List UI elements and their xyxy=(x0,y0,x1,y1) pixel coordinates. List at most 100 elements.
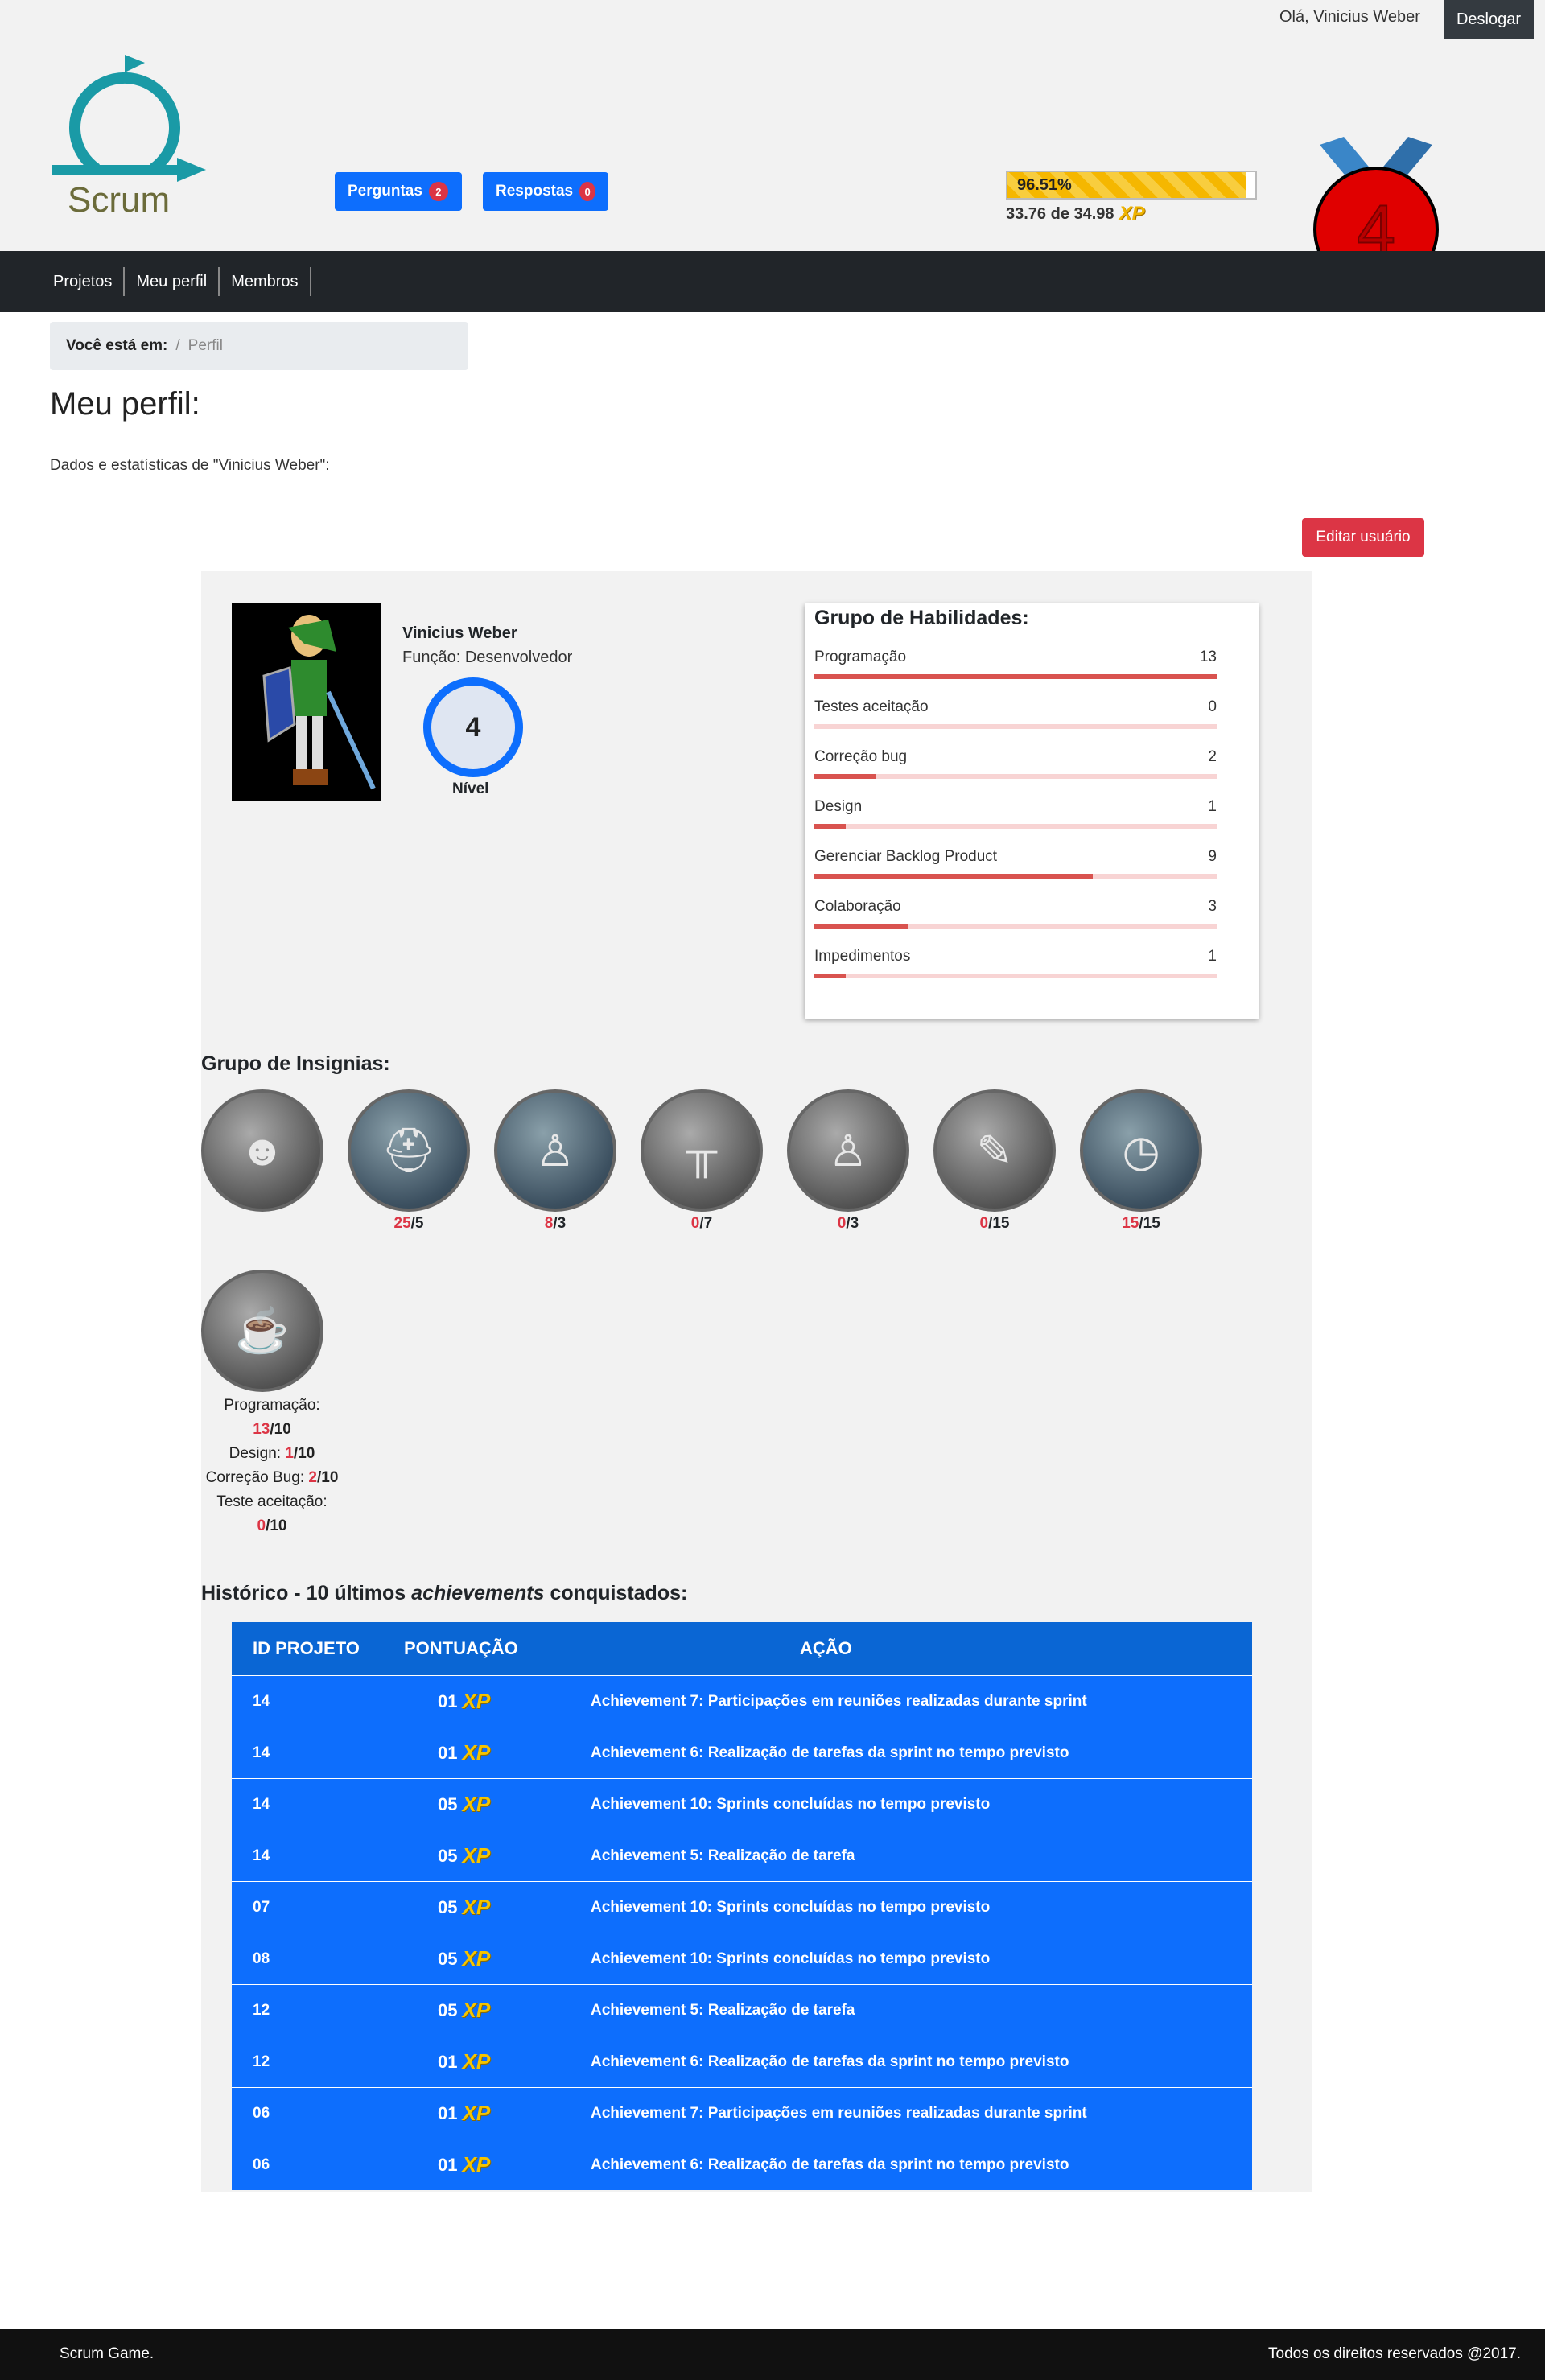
header: Olá, Vinicius Weber Deslogar Scrum Pergu… xyxy=(0,0,1545,292)
page-subtitle: Dados e estatísticas de "Vinicius Weber"… xyxy=(50,457,330,474)
cell-id: 12 xyxy=(253,2053,270,2070)
badge-glyph: ✎ xyxy=(976,1126,1013,1176)
xp-text: 33.76 de 34.98 XP xyxy=(1006,203,1145,225)
skill-name: Gerenciar Backlog Product xyxy=(814,848,998,865)
xp-icon: XP xyxy=(462,2049,491,2073)
xp-icon: XP xyxy=(462,1946,491,1970)
history-title: Histórico - 10 últimos achievements conq… xyxy=(201,1582,687,1605)
main-navbar: Projetos Meu perfil Membros xyxy=(0,251,1545,312)
prog-bug: Correção Bug: 2/10 xyxy=(201,1466,343,1490)
badge-total: /7 xyxy=(699,1215,713,1232)
table-row[interactable]: 14 01 XP Achievement 6: Realização de taref… xyxy=(232,1727,1252,1778)
skill-value: 3 xyxy=(1208,898,1217,915)
prog-count: 0 xyxy=(257,1517,266,1534)
tasks-icon[interactable]: ✎ xyxy=(933,1089,1056,1212)
skill-name: Programação xyxy=(814,649,907,665)
prog-test-value: 0/10 xyxy=(201,1514,343,1538)
profile-role: Função: Desenvolvedor xyxy=(402,649,573,666)
xp-icon: XP xyxy=(462,1740,491,1764)
skill-value: 0 xyxy=(1208,698,1217,715)
stopwatch-icon[interactable]: ◷ xyxy=(1080,1089,1202,1212)
xp-icon: XP xyxy=(462,1998,491,2022)
logout-button[interactable]: Deslogar xyxy=(1444,0,1534,39)
footer-left: Scrum Game. xyxy=(60,2345,154,2362)
table-row[interactable]: 14 05 XP Achievement 5: Realização de taref… xyxy=(232,1830,1252,1881)
badge-total: /3 xyxy=(846,1215,859,1232)
profile-name: Vinicius Weber xyxy=(402,624,517,642)
table-row[interactable]: 12 01 XP Achievement 6: Realização de taref… xyxy=(232,2036,1252,2087)
breadcrumb-separator: / xyxy=(175,337,180,354)
table-row[interactable]: 08 05 XP Achievement 10: Sprints concluídas… xyxy=(232,1933,1252,1984)
table-row[interactable]: 14 01 XP Achievement 7: Participações em re… xyxy=(232,1675,1252,1727)
cell-points: 01 XP xyxy=(393,2049,554,2074)
nav-item-membros[interactable]: Membros xyxy=(220,267,311,296)
xp-icon: XP xyxy=(1119,203,1145,224)
perguntas-button[interactable]: Perguntas 2 xyxy=(335,172,462,211)
level-value: 4 xyxy=(465,711,481,743)
badge-count-stopwatch: 15/15 xyxy=(1080,1215,1202,1233)
greeting-text: Olá, Vinicius Weber xyxy=(1279,8,1420,26)
xp-icon: XP xyxy=(462,2152,491,2176)
table-row[interactable]: 14 05 XP Achievement 10: Sprints concluídas… xyxy=(232,1778,1252,1830)
badge-glyph: ♙ xyxy=(535,1126,575,1176)
table-row[interactable]: 06 01 XP Achievement 6: Realização de taref… xyxy=(232,2139,1252,2190)
footer: Scrum Game. Todos os direitos reservados… xyxy=(0,2329,1545,2380)
history-title-suffix: conquistados: xyxy=(544,1582,688,1604)
skill-testes: Testes aceitação 0 xyxy=(814,698,1217,729)
respostas-count-badge: 0 xyxy=(579,182,595,201)
meeting-icon[interactable]: ☻ xyxy=(201,1089,323,1212)
cell-points: 01 XP xyxy=(393,2152,554,2177)
skill-fill xyxy=(814,924,908,929)
helmet-icon[interactable]: ⛑ xyxy=(348,1089,470,1212)
no-test-icon[interactable]: ☕ xyxy=(201,1270,323,1392)
prog-total: /10 xyxy=(270,1421,291,1438)
points-value: 01 xyxy=(438,1742,458,1763)
table-row[interactable]: 06 01 XP Achievement 7: Participações em re… xyxy=(232,2087,1252,2139)
skill-badge-progress: Programação: 13/10 Design: 1/10 Correção… xyxy=(201,1394,343,1538)
badge-count: 15 xyxy=(1122,1215,1139,1232)
cell-action: Achievement 7: Participações em reuniões… xyxy=(591,2104,1087,2122)
col-pontuacao: PONTUAÇÃO xyxy=(404,1638,518,1658)
edit-user-button[interactable]: Editar usuário xyxy=(1302,518,1424,557)
breadcrumb-current: Perfil xyxy=(187,337,223,354)
skill-design: Design 1 xyxy=(814,798,1217,829)
points-value: 01 xyxy=(438,2154,458,2175)
logo-text: Scrum xyxy=(68,180,171,220)
blueprint-icon[interactable]: ♙ xyxy=(787,1089,909,1212)
cell-id: 14 xyxy=(253,1847,270,1864)
xp-icon: XP xyxy=(462,1843,491,1867)
badge-glyph: ⛑ xyxy=(381,1126,437,1175)
badge-glyph: ♙ xyxy=(828,1126,868,1176)
prog-programacao-label: Programação: xyxy=(224,1397,320,1414)
worker-icon[interactable]: ♙ xyxy=(494,1089,616,1212)
perguntas-count-badge: 2 xyxy=(428,182,448,201)
cell-action: Achievement 7: Participações em reuniões… xyxy=(591,1692,1087,1710)
cell-id: 14 xyxy=(253,1692,270,1710)
badge-glyph: ☕ xyxy=(235,1306,290,1355)
cell-action: Achievement 10: Sprints concluídas no te… xyxy=(591,1898,991,1916)
footer-right: Todos os direitos reservados @2017. xyxy=(1268,2345,1521,2362)
skill-programacao: Programação 13 xyxy=(814,649,1217,679)
badge-count-worker: 8/3 xyxy=(494,1215,616,1233)
nav-item-meu-perfil[interactable]: Meu perfil xyxy=(125,267,220,296)
points-value: 01 xyxy=(438,1690,458,1711)
cell-points: 05 XP xyxy=(393,1843,554,1868)
skills-card: Grupo de Habilidades: Programação 13 Tes… xyxy=(805,603,1259,1019)
user-avatar xyxy=(232,603,381,801)
skill-name: Impedimentos xyxy=(814,948,911,965)
history-title-prefix: Histórico - 10 últimos xyxy=(201,1582,412,1604)
badge-glyph: ◷ xyxy=(1122,1126,1160,1176)
prog-count: 2 xyxy=(308,1469,317,1486)
cell-id: 08 xyxy=(253,1950,270,1967)
cell-id: 07 xyxy=(253,1898,270,1916)
level-label: Nível xyxy=(452,780,489,797)
nav-item-projetos[interactable]: Projetos xyxy=(42,267,126,296)
respostas-button[interactable]: Respostas 0 xyxy=(483,172,608,211)
hurdle-icon[interactable]: ╥ xyxy=(641,1089,763,1212)
table-row[interactable]: 07 05 XP Achievement 10: Sprints concluídas… xyxy=(232,1881,1252,1933)
cell-id: 14 xyxy=(253,1795,270,1813)
badge-glyph: ╥ xyxy=(686,1126,718,1175)
badge-count: 25 xyxy=(393,1215,411,1232)
skill-fill xyxy=(814,874,1093,879)
table-row[interactable]: 12 05 XP Achievement 5: Realização de taref… xyxy=(232,1984,1252,2036)
